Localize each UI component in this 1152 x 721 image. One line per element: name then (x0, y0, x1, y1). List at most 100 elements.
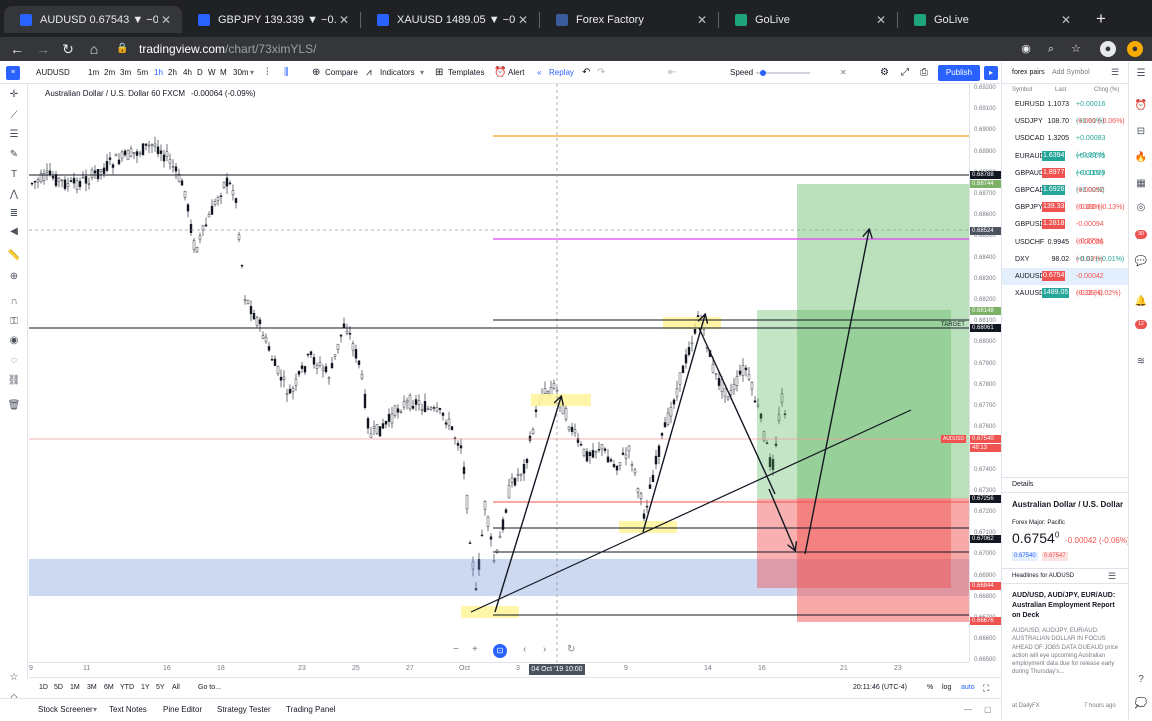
chat-bubble-icon[interactable]: 💭 (1133, 698, 1149, 712)
percent-toggle[interactable]: % (927, 678, 933, 698)
watchlist-row[interactable]: XAUUSD 1489.05 -0.33 (-0.02%) (1002, 285, 1128, 302)
column-header-change[interactable]: Chng (%) (1094, 87, 1119, 93)
text-icon[interactable]: T (7, 168, 21, 182)
replay-step-icon[interactable]: ⇤ (668, 62, 676, 84)
forward-arrow-icon[interactable]: → (33, 37, 53, 61)
headline-title[interactable]: AUD/USD, AUD/JPY, EUR/AUD: Australian Em… (1012, 591, 1124, 621)
new-tab-plus-icon[interactable]: + (1092, 9, 1110, 29)
zoom-icon[interactable]: ⌕ (1043, 41, 1059, 57)
camera-icon[interactable]: ⎙ (920, 62, 928, 84)
tab-xauusd[interactable]: XAUUSD 1489.05 ▼ −0.02% ... ✕ (361, 6, 539, 33)
crosshair-icon[interactable]: ✛ (7, 88, 21, 102)
url-field[interactable]: tradingview.com/chart/73ximYLS/ (139, 39, 1029, 59)
tab-text-notes[interactable]: Text Notes (109, 699, 147, 721)
candles-icon[interactable]: ⫼ (284, 62, 289, 84)
interval-5m[interactable]: 5m (137, 62, 148, 84)
hotlist-icon[interactable]: 🔥 (1133, 152, 1149, 166)
watchlist-row[interactable]: GBPJPY 139.33 -0.180 (-0.13%) (1002, 199, 1128, 216)
gear-icon[interactable]: ⚙ (880, 62, 889, 84)
zoom-in-icon[interactable]: + (472, 644, 478, 655)
watchlist-icon[interactable]: ☰ (1133, 68, 1149, 82)
interval-d[interactable]: D (197, 62, 203, 84)
close-icon[interactable]: ✕ (1058, 13, 1074, 27)
fullscreen-icon[interactable]: ⤢ (901, 62, 909, 84)
compare-plus-icon[interactable]: ⊕ (312, 62, 320, 84)
reload-icon[interactable]: ↻ (58, 37, 78, 61)
close-icon[interactable]: ✕ (336, 13, 352, 27)
magnet-icon[interactable]: ∩ (7, 295, 21, 309)
tab-strategy-tester[interactable]: Strategy Tester (217, 699, 271, 721)
chat-icon[interactable]: 💬 (1133, 256, 1149, 270)
interval-2m[interactable]: 2m (104, 62, 115, 84)
auto-toggle[interactable]: auto (961, 678, 975, 698)
redo-icon[interactable]: ↷ (597, 62, 605, 84)
order-panel-icon[interactable]: ≋ (1133, 356, 1149, 370)
chart-canvas[interactable]: TARGET (29, 84, 969, 662)
watchlist-row[interactable]: USDCHF 0.9945 -0.00026 (-0.03%) (1002, 234, 1128, 263)
close-icon[interactable]: ✕ (158, 13, 174, 27)
chevron-down-icon[interactable]: ▾ (420, 62, 424, 84)
chevron-down-icon[interactable]: ▾ (93, 699, 97, 721)
zoom-in-icon[interactable]: ⊕ (7, 270, 21, 284)
horizontal-lines-icon[interactable]: ☰ (7, 128, 21, 142)
watchlist-row[interactable]: GBPUSD 1.2818 -0.00094 (-0.07%) (1002, 216, 1128, 245)
details-title[interactable]: Details (1012, 481, 1033, 488)
watchlist-row[interactable]: EURAUD 1.6394 +0.00175 (+0.11%) (1002, 148, 1128, 177)
fib-icon[interactable]: ≣ (7, 207, 21, 221)
notifications-icon[interactable]: 🔔 (1133, 296, 1149, 310)
location-icon[interactable]: ◉ (1018, 41, 1034, 57)
profile-avatar-icon[interactable]: ● (1100, 41, 1116, 57)
watchlist-title[interactable]: forex pairs (1012, 69, 1045, 76)
eye-icon[interactable]: ◉ (7, 334, 21, 348)
lock-drawing-icon[interactable]: ⚿ (7, 315, 21, 329)
close-replay-icon[interactable]: ✕ (840, 62, 847, 84)
interval-3m[interactable]: 3m (120, 62, 131, 84)
bar-style-icon[interactable]: ⫶ (266, 62, 269, 84)
link-icon[interactable]: ⛓ (7, 374, 21, 388)
scroll-right-icon[interactable]: › (543, 644, 546, 655)
swing-highlight[interactable] (461, 606, 519, 618)
interval-w[interactable]: W (208, 62, 216, 84)
screen-icon[interactable]: ⛶ (983, 678, 989, 698)
reset-icon[interactable]: ↻ (567, 644, 575, 655)
swing-highlight[interactable] (531, 394, 591, 406)
range-3m[interactable]: 3M (87, 678, 97, 698)
reset-view-icon[interactable]: ⊡ (493, 644, 507, 658)
log-toggle[interactable]: log (942, 678, 951, 698)
tab-golive-1[interactable]: GoLive ✕ (719, 6, 897, 33)
watchlist-row[interactable]: USDJPY 108.70 -0.060 (-0.06%) (1002, 113, 1128, 130)
interval-m[interactable]: M (220, 62, 227, 84)
trash-icon[interactable]: 🗑 (7, 399, 21, 413)
templates-icon[interactable]: ⊞ (435, 62, 443, 84)
compare-button[interactable]: Compare (325, 62, 358, 84)
range-5d[interactable]: 5D (54, 678, 63, 698)
tab-gbpjpy[interactable]: GBPJPY 139.339 ▼ −0.13% ... ✕ (182, 6, 360, 33)
range-1y[interactable]: 1Y (141, 678, 150, 698)
replay-button[interactable]: Replay (549, 62, 574, 84)
close-icon[interactable]: ✕ (873, 13, 889, 27)
range-5y[interactable]: 5Y (156, 678, 165, 698)
minimize-icon[interactable]: — (964, 699, 972, 721)
watchlist-row[interactable]: GBPAUD 1.8977 +0.00029 (+0.02%) (1002, 165, 1128, 194)
trend-line-icon[interactable]: ⟋ (7, 109, 21, 123)
tab-stock-screener[interactable]: Stock Screener (38, 699, 93, 721)
alarm-clock-icon[interactable]: ⏰ (494, 62, 506, 84)
indicators-icon[interactable]: ⩘ (366, 62, 372, 84)
arrow-path[interactable] (642, 315, 705, 533)
maximize-icon[interactable]: ▢ (984, 699, 992, 721)
symbol-search[interactable]: AUDUSD (36, 62, 70, 84)
back-arrow-icon[interactable]: ← (7, 37, 27, 61)
swing-highlight[interactable] (663, 317, 721, 329)
menu-icon[interactable]: ≡ (6, 66, 20, 80)
chevron-down-icon[interactable]: ▾ (250, 62, 254, 84)
alerts-clock-icon[interactable]: ⏰ (1133, 100, 1149, 114)
goto-button[interactable]: Go to... (198, 678, 221, 698)
short-position-loss-zone[interactable] (797, 498, 969, 622)
watchlist-row[interactable]: EURUSD 1.1073 +0.00016 (+0.01%) (1002, 96, 1128, 125)
zoom-out-icon[interactable]: − (453, 644, 459, 655)
star-icon[interactable]: ☆ (7, 671, 21, 685)
interval-30m[interactable]: 30m (233, 62, 249, 84)
publish-button[interactable]: Publish (938, 65, 980, 81)
column-header-symbol[interactable]: Symbol (1012, 87, 1032, 93)
range-all[interactable]: All (172, 678, 180, 698)
